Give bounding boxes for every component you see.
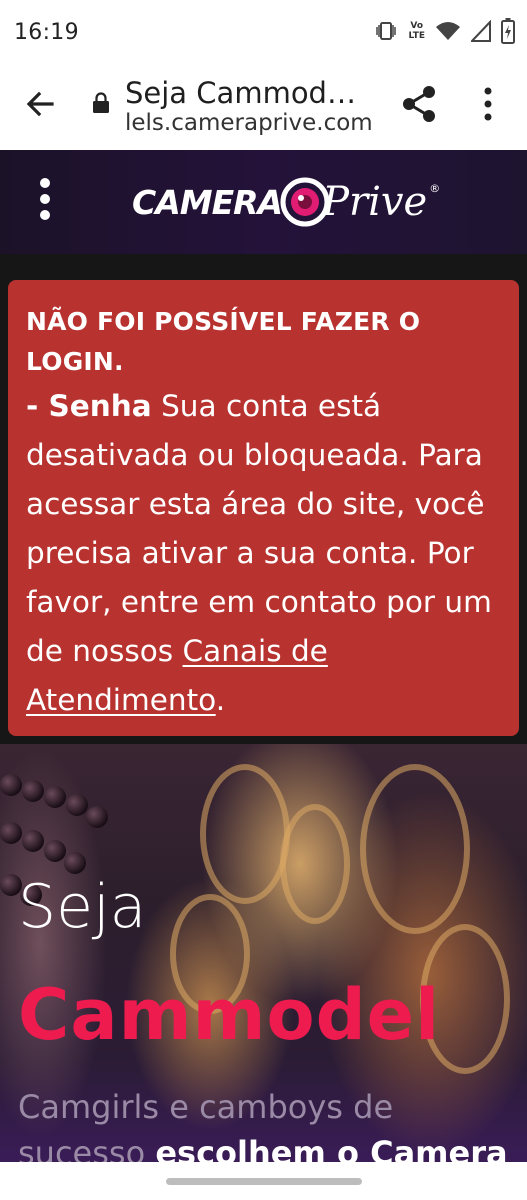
logo-prive-text: Prive — [322, 179, 428, 225]
back-arrow-icon[interactable] — [22, 86, 58, 122]
lock-icon — [93, 92, 109, 113]
browser-toolbar: Seja Cammod… lels.cameraprive.com — [0, 66, 527, 150]
logo-camera-text: CAMERA — [132, 182, 283, 222]
wifi-icon — [436, 22, 460, 40]
site-logo[interactable]: CAMERA Prive ® — [132, 172, 440, 232]
alert-text: Sua conta está desativada ou bloqueada. … — [26, 389, 492, 668]
signal-icon — [471, 20, 491, 42]
more-vert-icon[interactable] — [478, 86, 498, 122]
hero-hair-curl — [280, 804, 350, 924]
hero-title-line2: Cammodel — [18, 974, 441, 1056]
logo-registered-mark: ® — [429, 182, 441, 195]
page-title[interactable]: Seja Cammod… — [125, 76, 356, 110]
hero-subtitle: Camgirls e camboys de sucesso escolhem o… — [18, 1084, 527, 1164]
status-icons: Vo LTE — [374, 18, 515, 44]
hero-hair-curl — [200, 764, 290, 904]
home-gesture-pill[interactable] — [166, 1178, 362, 1185]
hero-title-line1: Seja — [18, 872, 147, 942]
hero-subtitle-bold: escolhem o Camera — [155, 1134, 508, 1164]
hero-hair-curl — [360, 764, 470, 934]
volte-top-text: Vo — [410, 21, 424, 31]
battery-icon — [501, 18, 515, 44]
volte-bottom-text: LTE — [408, 31, 425, 41]
alert-message: - Senha Sua conta está desativada ou blo… — [26, 382, 501, 725]
system-nav-bar — [0, 1162, 527, 1200]
alert-title: NÃO FOI POSSÍVEL FAZER O LOGIN. — [26, 307, 421, 376]
page-url[interactable]: lels.cameraprive.com — [125, 110, 373, 136]
status-time: 16:19 — [14, 20, 79, 45]
kebab-menu-icon[interactable] — [30, 178, 60, 228]
alert-field: - Senha — [26, 389, 152, 423]
alert-end: . — [215, 683, 226, 717]
site-header: CAMERA Prive ® — [0, 150, 527, 254]
hero-banner: Seja Cammodel Camgirls e camboys de suce… — [0, 744, 527, 1164]
vibrate-icon — [376, 22, 397, 40]
status-bar: 16:19 Vo LTE — [0, 0, 527, 66]
login-error-alert: NÃO FOI POSSÍVEL FAZER O LOGIN. - Senha … — [8, 280, 519, 736]
volte-icon: Vo LTE — [408, 21, 425, 41]
share-icon[interactable] — [400, 84, 438, 124]
